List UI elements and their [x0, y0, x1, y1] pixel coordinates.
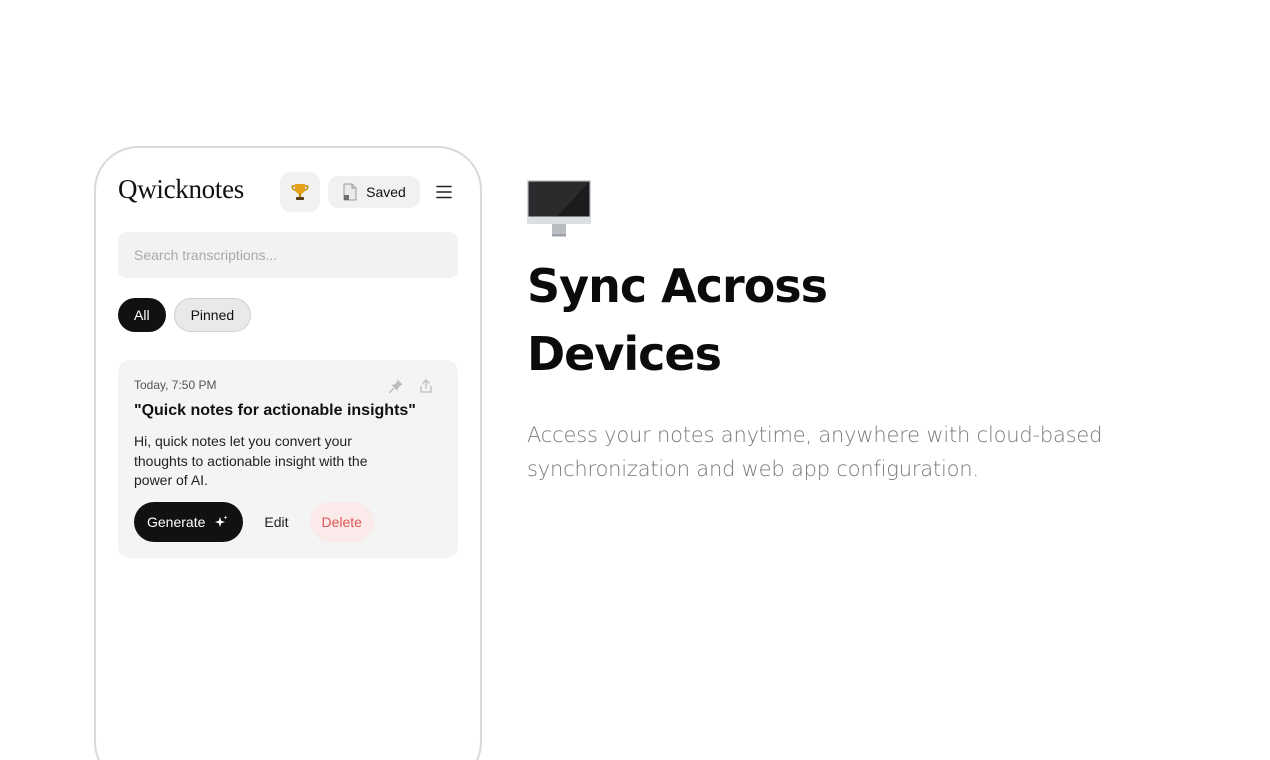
- sparkle-icon: [215, 515, 228, 527]
- generate-button[interactable]: Generate: [134, 502, 244, 542]
- share-icon[interactable]: [418, 378, 434, 394]
- app-logo: Qwicknotes: [118, 174, 244, 204]
- delete-button[interactable]: Delete: [309, 502, 374, 542]
- feature-description: Access your notes anytime, anywhere with…: [527, 423, 1103, 481]
- document-icon: [343, 183, 357, 201]
- search-input[interactable]: [118, 232, 458, 278]
- filter-chip-all[interactable]: All: [118, 298, 166, 332]
- note-card-actions: [388, 378, 434, 394]
- saved-label: Saved: [366, 184, 406, 200]
- note-buttons: Generate Edit Delete: [134, 502, 374, 542]
- generate-label: Generate: [147, 514, 206, 530]
- note-title: "Quick notes for actionable insights": [134, 402, 416, 419]
- trophy-icon: [291, 184, 309, 200]
- note-body: Hi, quick notes let you convert your tho…: [134, 433, 368, 488]
- saved-button[interactable]: Saved: [328, 176, 420, 208]
- filter-chips: All Pinned: [118, 298, 252, 332]
- app-header: Qwicknotes Saved: [118, 172, 458, 212]
- pin-icon[interactable]: [388, 378, 404, 394]
- note-timestamp: Today, 7:50 PM: [134, 378, 217, 392]
- monitor-icon: [527, 180, 591, 237]
- menu-button[interactable]: [434, 182, 454, 202]
- phone-mockup: Qwicknotes Saved Search transcriptions..…: [94, 146, 482, 760]
- page: Qwicknotes Saved Search transcriptions..…: [0, 0, 1270, 760]
- trophy-button[interactable]: [280, 172, 320, 212]
- feature-title-line-2: Devices: [527, 327, 722, 381]
- edit-button[interactable]: Edit: [251, 502, 301, 542]
- hamburger-menu-icon: [436, 185, 452, 199]
- feature-title-line-1: Sync Across: [527, 259, 828, 313]
- feature-title: Sync Across Devices: [527, 252, 828, 388]
- note-card[interactable]: Today, 7:50 PM "Quick notes for actionab…: [118, 360, 458, 558]
- filter-chip-pinned[interactable]: Pinned: [173, 298, 252, 332]
